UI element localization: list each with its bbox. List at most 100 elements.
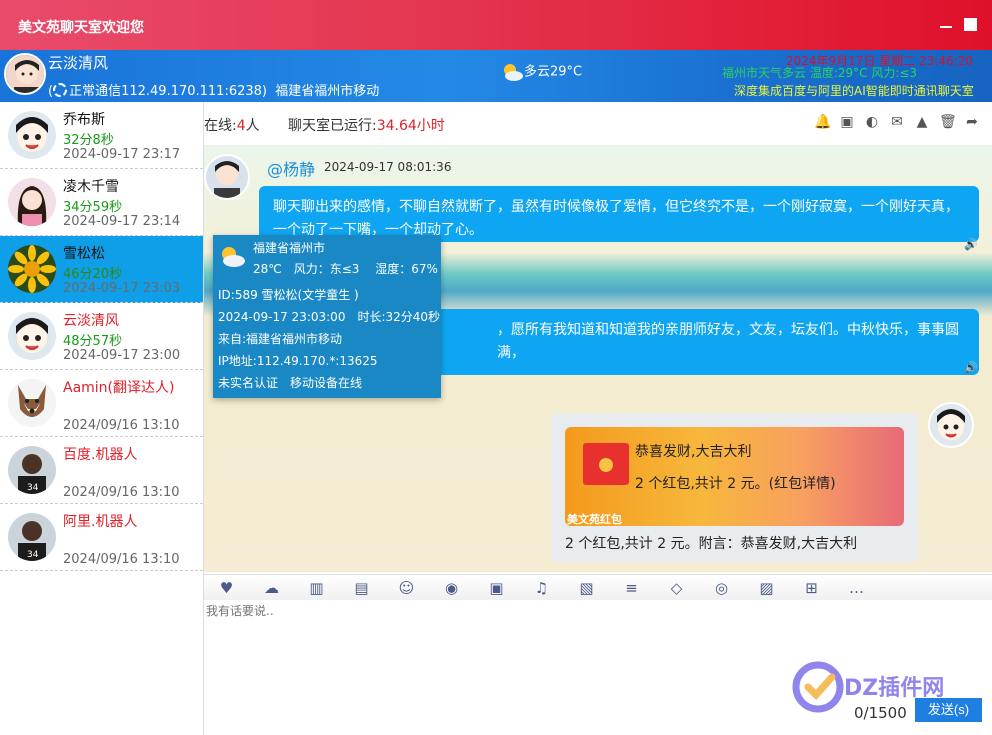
popup-from: 来自:福建省福州市移动	[218, 332, 343, 346]
message-avatar[interactable]	[204, 154, 250, 200]
avatar: 34	[8, 513, 56, 561]
avatar	[8, 178, 56, 226]
weather-ticker: 福州市天气多云 温度:29°C 风力:≤3	[722, 66, 918, 80]
message-avatar[interactable]	[928, 402, 974, 448]
weather-widget: 多云29°C	[500, 60, 582, 84]
user-name: Aamin(翻译达人)	[63, 380, 175, 396]
user-item[interactable]: 乔布斯 32分8秒 2024-09-17 23:17	[0, 102, 203, 169]
user-time: 2024/09/16 13:10	[63, 552, 180, 567]
red-packet-card[interactable]: 恭喜发财,大吉大利 2 个红包,共计 2 元。(红包详情) 美文苑红包	[565, 427, 904, 526]
message-time: 2024-09-17 08:01:36	[324, 160, 452, 174]
user-item[interactable]: 云淡清风 48分57秒 2024-09-17 23:00	[0, 303, 203, 370]
title-bar: 美文苑聊天室欢迎您	[0, 0, 992, 50]
popup-location: 福建省福州市	[253, 241, 326, 255]
music-icon[interactable]: ♫	[519, 575, 564, 600]
room-uptime: 聊天室已运行:34.64小时	[288, 118, 445, 134]
speaker-icon[interactable]: 🔊	[964, 238, 978, 251]
user-name: 乔布斯	[63, 112, 105, 128]
watermark-text: DZ插件网	[844, 676, 944, 701]
room-toolbar: 🔔 ▣ ◐ ✉ ▲ 🗑 ➦	[814, 114, 980, 130]
avatar: 34	[8, 446, 56, 494]
user-info-popup: 福建省福州市 28℃ 风力：东≤3 湿度：67% ID:589 雪松松(文学童生…	[213, 235, 441, 398]
red-packet-details-link[interactable]: 2 个红包,共计 2 元。(红包详情)	[635, 473, 836, 493]
user-name: 凌木千雪	[63, 179, 119, 195]
user-item[interactable]: 凌木千雪 34分59秒 2024-09-17 23:14	[0, 169, 203, 236]
folder-icon[interactable]: ▧	[564, 575, 609, 600]
map-icon[interactable]: ▥	[294, 575, 339, 600]
user-name: 阿里.机器人	[63, 514, 138, 530]
user-duration: 32分8秒	[63, 133, 114, 148]
user-time: 2024-09-17 23:03	[63, 281, 181, 296]
partly-cloudy-icon	[500, 60, 524, 84]
notify-icon[interactable]: ▲	[914, 114, 930, 130]
red-packet-footer: 2 个红包,共计 2 元。附言：恭喜发财,大吉大利	[565, 536, 858, 552]
popup-user-id: ID:589 雪松松(文学童生 )	[218, 288, 359, 302]
avatar	[8, 312, 56, 360]
red-packet-brand: 美文苑红包	[567, 513, 622, 526]
diamond-icon[interactable]: ◇	[654, 575, 699, 600]
svg-text:34: 34	[27, 483, 39, 493]
avatar	[8, 245, 56, 293]
user-item[interactable]: Aamin(翻译达人) 2024/09/16 13:10	[0, 370, 203, 437]
red-packet-title: 恭喜发财,大吉大利	[635, 444, 752, 460]
red-envelope-icon	[583, 443, 629, 485]
avatar	[8, 379, 56, 427]
avatar	[8, 111, 56, 159]
red-packet-message: 恭喜发财,大吉大利 2 个红包,共计 2 元。(红包详情) 美文苑红包 2 个红…	[551, 413, 918, 562]
rss-icon[interactable]: ▨	[744, 575, 789, 600]
message-sender[interactable]: @杨静	[267, 156, 315, 180]
message-bubble: 聊天聊出来的感情，不聊自然就断了，虽然有时候像极了爱情，但它终究不是，一个刚好寂…	[259, 186, 979, 242]
screen-icon[interactable]: ▣	[839, 114, 855, 130]
user-time: 2024-09-17 23:00	[63, 348, 181, 363]
user-time: 2024/09/16 13:10	[63, 485, 180, 500]
loading-icon	[53, 83, 68, 97]
watermark-logo: DZ插件网	[790, 655, 980, 715]
maximize-button[interactable]	[964, 18, 977, 31]
user-time: 2024/09/16 13:10	[63, 418, 180, 433]
user-time: 2024-09-17 23:17	[63, 147, 181, 162]
svg-text:34: 34	[27, 550, 39, 560]
popup-login-time: 2024-09-17 23:03:00 时长:32分40秒	[218, 310, 441, 324]
speaker-icon[interactable]: 🔊	[964, 361, 978, 374]
mail-icon[interactable]: ✉	[889, 114, 905, 130]
partly-cloudy-icon	[218, 243, 246, 272]
user-item[interactable]: 34 百度.机器人 2024/09/16 13:10	[0, 437, 203, 504]
current-user-avatar[interactable]	[4, 53, 46, 95]
minimize-button[interactable]	[940, 18, 952, 28]
heart-icon[interactable]: ♥	[204, 575, 249, 600]
toggle-icon[interactable]: ◐	[864, 114, 880, 130]
camera-icon[interactable]: ▣	[474, 575, 519, 600]
input-toolbar: ♥ ☁ ▥ ▤ ☺ ◉ ▣ ♫ ▧ ≡ ◇ ◎ ▨ ⊞ …	[204, 574, 992, 600]
user-name: 雪松松	[63, 246, 105, 262]
user-duration: 46分20秒	[63, 267, 123, 282]
more-icon[interactable]: …	[834, 575, 879, 600]
user-item-selected[interactable]: 雪松松 46分20秒 2024-09-17 23:03	[0, 236, 203, 303]
info-bar: 云淡清风 (正常通信112.49.170.111:6238) 福建省福州市移动 …	[0, 50, 992, 102]
server-icon[interactable]: ≡	[609, 575, 654, 600]
user-list: 乔布斯 32分8秒 2024-09-17 23:17 凌木千雪 34分59秒 2…	[0, 102, 204, 735]
room-status-bar: 在线:4人 聊天室已运行:34.64小时 🔔 ▣ ◐ ✉ ▲ 🗑 ➦	[204, 102, 992, 146]
user-time: 2024-09-17 23:14	[63, 214, 181, 229]
user-duration: 34分59秒	[63, 200, 123, 215]
window-title: 美文苑聊天室欢迎您	[18, 20, 144, 36]
user-item[interactable]: 34 阿里.机器人 2024/09/16 13:10	[0, 504, 203, 571]
trash-icon[interactable]: 🗑	[939, 114, 957, 130]
cloud-icon[interactable]: ☁	[249, 575, 294, 600]
user-name: 云淡清风	[63, 313, 119, 329]
id-card-icon[interactable]: ▤	[339, 575, 384, 600]
user-name: 百度.机器人	[63, 447, 138, 463]
popup-status: 未实名认证 移动设备在线	[218, 376, 363, 390]
user-circle-icon[interactable]: ◉	[429, 575, 474, 600]
smiley-icon[interactable]: ☺	[384, 575, 429, 600]
popup-ip: IP地址:112.49.170.*:13625	[218, 354, 378, 368]
user-duration: 48分57秒	[63, 334, 123, 349]
bell-icon[interactable]: 🔔	[814, 114, 831, 130]
database-icon[interactable]: ◎	[699, 575, 744, 600]
popup-weather: 28℃ 风力：东≤3 湿度：67%	[253, 262, 438, 276]
online-count: 在线:4人	[204, 118, 260, 134]
share-icon[interactable]: ➦	[964, 114, 980, 130]
announcement-ticker: 深度集成百度与阿里的AI智能即时通讯聊天室	[734, 84, 974, 98]
windows-icon[interactable]: ⊞	[789, 575, 834, 600]
current-username: 云淡清风	[48, 54, 109, 72]
connection-status: (正常通信112.49.170.111:6238) 福建省福州市移动	[48, 83, 380, 99]
